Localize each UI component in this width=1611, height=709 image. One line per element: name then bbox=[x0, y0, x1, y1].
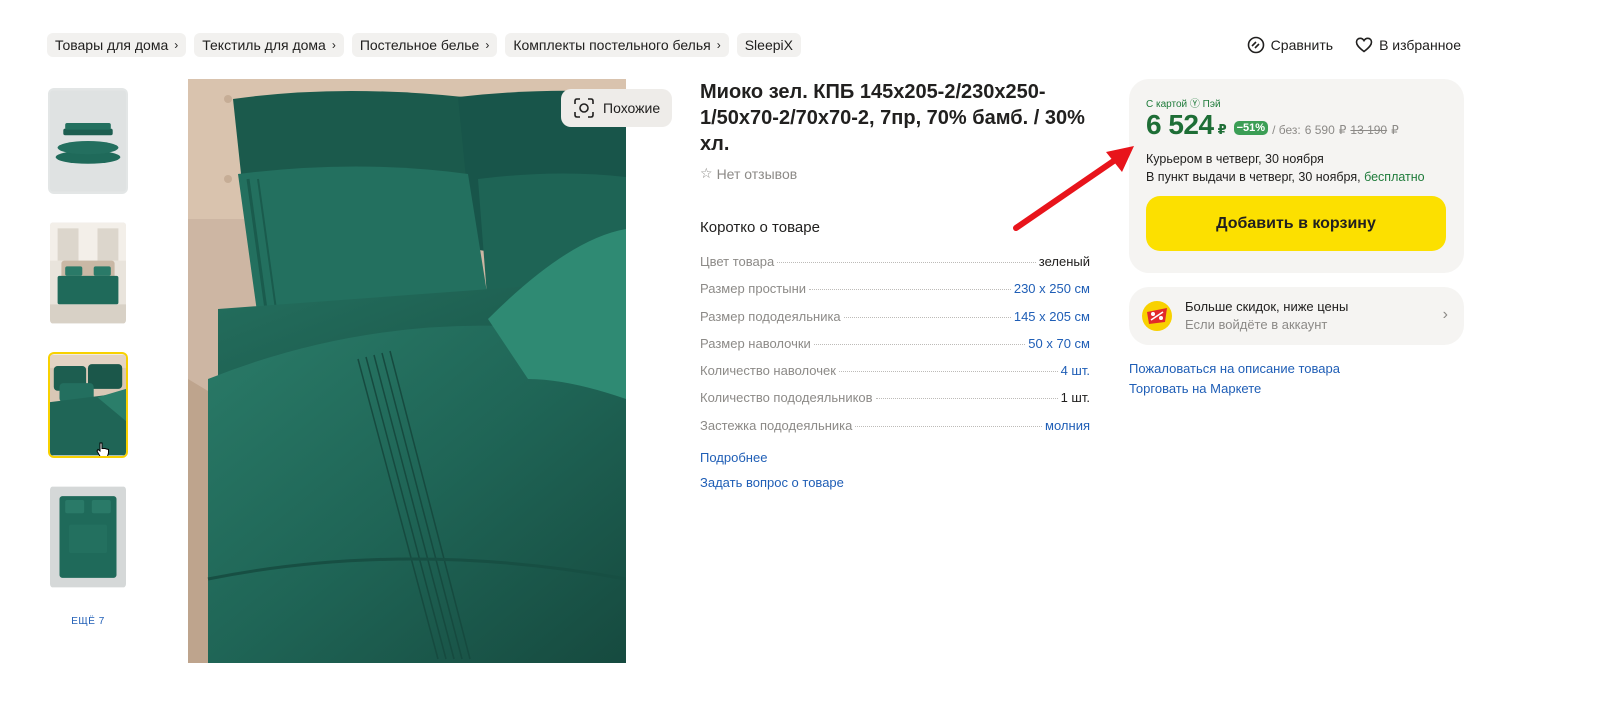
breadcrumb-item-home-textile[interactable]: Текстиль для дома › bbox=[194, 33, 344, 57]
price-row: 6 524 ₽ −51% / без: 6 590 ₽ 13 190 ₽ bbox=[1146, 109, 1399, 141]
chevron-right-icon: › bbox=[331, 38, 336, 52]
complain-link[interactable]: Пожаловаться на описание товара bbox=[1129, 361, 1340, 376]
chevron-right-icon: › bbox=[485, 38, 490, 52]
bedding-topview-image bbox=[50, 486, 126, 588]
hand-cursor-icon bbox=[96, 442, 109, 456]
favorite-label: В избранное bbox=[1379, 37, 1461, 53]
spec-dots bbox=[855, 425, 1043, 427]
add-to-cart-button[interactable]: Добавить в корзину bbox=[1146, 196, 1446, 251]
spec-value: зеленый bbox=[1038, 254, 1090, 269]
promo-title: Больше скидок, ниже цены bbox=[1185, 299, 1349, 314]
spec-row: Размер пододеяльника 145 x 205 см bbox=[700, 309, 1090, 336]
pay-card-label: С картой Ⓨ Пэй bbox=[1146, 99, 1221, 110]
more-details-link[interactable]: Подробнее bbox=[700, 450, 767, 465]
old-price-currency: ₽ bbox=[1391, 123, 1399, 137]
spec-row: Размер простыни 230 x 250 см bbox=[700, 281, 1090, 308]
reviews-label: Нет отзывов bbox=[716, 165, 798, 182]
spec-dots bbox=[809, 289, 1011, 291]
ask-question-link[interactable]: Задать вопрос о товаре bbox=[700, 475, 844, 490]
breadcrumb-item-brand[interactable]: SleepiX bbox=[736, 33, 801, 57]
sell-on-market-link[interactable]: Торговать на Маркете bbox=[1129, 381, 1261, 396]
delivery-free: бесплатно bbox=[1364, 170, 1425, 184]
spec-value-link[interactable]: молния bbox=[1045, 418, 1090, 433]
delivery-pickup: В пункт выдачи в четверг, 30 ноября, bbox=[1146, 170, 1361, 184]
heart-icon bbox=[1355, 37, 1373, 53]
spec-name: Размер простыни bbox=[700, 281, 807, 297]
price-currency: ₽ bbox=[1217, 122, 1227, 137]
thumbnail-3[interactable] bbox=[48, 352, 128, 458]
favorite-button[interactable]: В избранное bbox=[1355, 36, 1461, 54]
price-without-card: 6 590 bbox=[1304, 123, 1335, 137]
red-arrow-annotation bbox=[1013, 146, 1134, 231]
spec-name: Застежка пододеяльника bbox=[700, 417, 853, 433]
spec-value-link[interactable]: 4 шт. bbox=[1061, 363, 1090, 378]
price-without-currency: ₽ bbox=[1338, 123, 1347, 137]
compare-icon bbox=[1247, 36, 1264, 54]
bedding-closeup-image bbox=[50, 354, 126, 456]
folded-bedding-image bbox=[50, 90, 126, 192]
delivery-courier: Курьером в четверг, 30 ноября bbox=[1146, 152, 1324, 166]
breadcrumb-label: Текстиль для дома bbox=[202, 37, 326, 53]
spec-row: Количество наволочек 4 шт. bbox=[700, 363, 1090, 390]
breadcrumb-label: SleepiX bbox=[744, 37, 793, 53]
thumbnail-list: ЕЩЁ 7 bbox=[48, 88, 128, 627]
promo-subtitle: Если войдёте в аккаунт bbox=[1185, 317, 1328, 332]
breadcrumb-item-bedding[interactable]: Постельное белье › bbox=[351, 33, 498, 57]
spec-dots bbox=[875, 398, 1058, 400]
chevron-right-icon: › bbox=[1442, 306, 1448, 323]
main-product-image[interactable] bbox=[188, 79, 626, 663]
delivery-info: Курьером в четверг, 30 ноября В пункт вы… bbox=[1146, 150, 1425, 186]
spec-name: Количество наволочек bbox=[700, 363, 836, 379]
similar-button[interactable]: Похожие bbox=[561, 89, 673, 127]
spec-dots bbox=[843, 316, 1011, 318]
delivery-pickup-row: В пункт выдачи в четверг, 30 ноября, бес… bbox=[1146, 168, 1425, 186]
top-actions: Сравнить В избранное bbox=[1247, 36, 1461, 54]
spec-name: Размер наволочки bbox=[700, 335, 811, 351]
thumbnail-4[interactable] bbox=[48, 484, 128, 590]
chevron-right-icon: › bbox=[174, 38, 179, 52]
similar-label: Похожие bbox=[603, 100, 661, 116]
spec-name: Количество пододеяльников bbox=[700, 390, 873, 406]
price-value: 6 524 bbox=[1146, 109, 1214, 140]
spec-dots bbox=[777, 262, 1036, 263]
spec-value-link[interactable]: 145 x 205 см bbox=[1014, 309, 1090, 324]
specs-list: Цвет товара зеленый Размер простыни 230 x … bbox=[700, 254, 1090, 445]
discount-badge: −51% bbox=[1233, 121, 1269, 135]
more-photos-link[interactable]: ЕЩЁ 7 bbox=[48, 616, 128, 627]
thumbnail-2[interactable] bbox=[48, 220, 128, 326]
spec-name: Цвет товара bbox=[700, 254, 775, 269]
spec-dots bbox=[838, 371, 1058, 373]
spec-row: Застежка пододеяльника молния bbox=[700, 418, 1090, 445]
spec-name: Размер пододеяльника bbox=[700, 308, 841, 324]
chevron-right-icon: › bbox=[716, 38, 721, 52]
spec-row: Количество пододеяльников 1 шт. bbox=[700, 390, 1090, 417]
breadcrumb-label: Постельное белье bbox=[359, 37, 480, 53]
bedroom-image bbox=[50, 222, 126, 324]
breadcrumb-label: Товары для дома bbox=[55, 37, 169, 53]
star-icon: ☆ bbox=[700, 165, 713, 181]
breadcrumb-item-home-goods[interactable]: Товары для дома › bbox=[47, 33, 187, 57]
spec-row: Размер наволочки 50 x 70 см bbox=[700, 336, 1090, 363]
breadcrumb-label: Комплекты постельного белья bbox=[513, 37, 711, 53]
spec-value-link[interactable]: 230 x 250 см bbox=[1014, 281, 1090, 296]
breadcrumb: Товары для дома › Текстиль для дома › Пост… bbox=[47, 33, 801, 57]
spec-row: Цвет товара зеленый bbox=[700, 254, 1090, 281]
spec-value: 1 шт. bbox=[1060, 390, 1090, 406]
old-price: 13 190 bbox=[1350, 123, 1388, 137]
reviews-link[interactable]: ☆ Нет отзывов bbox=[700, 165, 797, 182]
thumbnail-1[interactable] bbox=[48, 88, 128, 194]
compare-button[interactable]: Сравнить bbox=[1247, 36, 1333, 54]
compare-label: Сравнить bbox=[1270, 37, 1334, 53]
login-promo-card[interactable]: Больше скидок, ниже цены Если войдёте в … bbox=[1129, 287, 1464, 345]
camera-scan-icon bbox=[574, 98, 594, 118]
spec-value-link[interactable]: 50 x 70 см bbox=[1028, 336, 1090, 351]
breadcrumb-item-bedding-sets[interactable]: Комплекты постельного белья › bbox=[505, 33, 729, 57]
discount-badge-icon bbox=[1142, 301, 1172, 331]
brief-title: Коротко о товаре bbox=[700, 219, 820, 236]
bedding-photo bbox=[188, 79, 626, 663]
price-without-prefix: / без: bbox=[1272, 123, 1301, 137]
price-card: С картой Ⓨ Пэй 6 524 ₽ −51% / без: 6 590… bbox=[1129, 79, 1464, 273]
spec-dots bbox=[813, 343, 1026, 345]
